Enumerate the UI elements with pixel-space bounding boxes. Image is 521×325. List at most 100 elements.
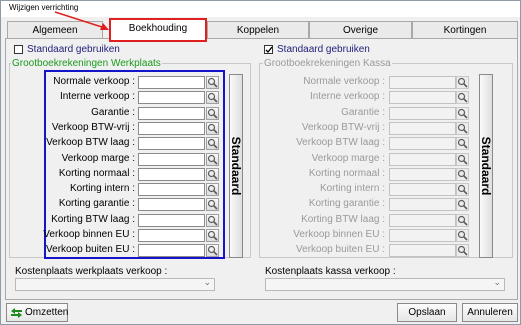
magnifier-icon[interactable] [456,198,469,212]
magnifier-icon[interactable] [456,106,469,120]
left-standaard-button[interactable]: Standaard [229,74,243,258]
dropdown-arrow-icon: ⌄ [203,277,211,287]
field-label: Korting normaal : [308,167,385,179]
magnifier-icon[interactable] [206,229,219,242]
field-label: Korting garantie : [308,198,385,210]
account-input[interactable] [389,183,456,197]
field-label: Verkoop marge : [311,152,385,164]
account-input[interactable] [389,244,456,258]
right-checkbox-label: Standaard gebruiken [277,44,370,55]
account-input[interactable] [138,152,205,166]
left-standaard-label: Standaard [229,136,243,196]
magnifier-icon[interactable] [456,213,469,227]
left-standaard-checkbox[interactable] [14,45,23,54]
magnifier-icon[interactable] [456,244,469,258]
magnifier-icon [457,139,468,149]
account-input[interactable] [389,229,456,242]
magnifier-icon[interactable] [456,121,469,135]
account-input[interactable] [138,183,205,197]
account-input[interactable] [389,198,456,212]
magnifier-icon [457,230,468,241]
magnifier-icon[interactable] [456,229,469,242]
magnifier-icon [207,215,218,226]
account-input[interactable] [138,137,205,151]
opslaan-button[interactable]: Opslaan [397,303,457,322]
magnifier-icon [207,200,218,210]
account-input[interactable] [138,213,205,227]
field-label: Normale verkoop : [303,76,385,87]
magnifier-icon[interactable] [206,183,219,197]
right-standaard-label: Standaard [479,136,493,196]
field-label: Verkoop binnen EU : [43,229,135,240]
account-input[interactable] [138,76,205,89]
omzetten-button[interactable]: Omzetten [6,303,68,322]
annotation-arrow [54,11,109,30]
field-label: Verkoop buiten EU : [296,244,385,256]
magnifier-icon[interactable] [206,121,219,135]
right-standaard-button[interactable]: Standaard [479,74,493,258]
magnifier-icon[interactable] [206,167,219,181]
field-label: Korting BTW laag : [51,213,135,225]
magnifier-icon[interactable] [206,198,219,212]
annuleren-button[interactable]: Annuleren [462,303,518,322]
checkmark-icon [265,46,273,54]
field-label: Verkoop BTW-vrij : [301,121,385,133]
magnifier-icon[interactable] [456,152,469,166]
magnifier-icon [457,108,468,119]
account-input[interactable] [389,121,456,135]
magnifier-icon [207,246,218,256]
magnifier-icon[interactable] [206,91,219,105]
magnifier-icon[interactable] [206,213,219,227]
omzetten-label: Omzetten [25,307,69,318]
magnifier-icon [207,123,218,134]
account-input[interactable] [138,244,205,258]
magnifier-icon[interactable] [456,167,469,181]
dialog-window: Wijzigen verrichting Algemeen Boekhoudin… [0,0,521,325]
magnifier-icon [457,215,468,226]
magnifier-icon [207,154,218,165]
field-label: Verkoop buiten EU : [46,244,135,256]
right-group-label: Grootboekrekeningen Kassa [263,58,392,69]
account-input[interactable] [389,213,456,227]
magnifier-icon[interactable] [206,137,219,151]
field-label: Korting normaal : [58,167,135,179]
account-input[interactable] [138,198,205,212]
account-input[interactable] [138,229,205,242]
left-checkbox-label: Standaard gebruiken [27,44,120,55]
magnifier-icon[interactable] [206,106,219,120]
account-input[interactable] [389,106,456,120]
magnifier-icon [457,123,468,134]
magnifier-icon [207,139,218,149]
left-kostenplaats-combo[interactable]: ⌄ [15,277,215,291]
account-input[interactable] [138,121,205,135]
right-standaard-checkbox[interactable] [264,45,273,54]
field-label: Verkoop BTW-vrij : [51,121,135,133]
right-kostenplaats-label: Kostenplaats kassa verkoop : [265,266,396,277]
magnifier-icon [457,154,468,165]
magnifier-icon [207,230,218,241]
account-input[interactable] [138,106,205,120]
account-input[interactable] [389,91,456,105]
magnifier-icon[interactable] [206,244,219,258]
field-label: Garantie : [91,106,135,118]
left-group-label: Grootboekrekeningen Werkplaats [11,58,162,69]
field-label: Interne verkoop : [59,91,135,103]
right-kostenplaats-combo[interactable]: ⌄ [265,277,505,291]
magnifier-icon[interactable] [206,152,219,166]
magnifier-icon[interactable] [456,76,469,89]
magnifier-icon[interactable] [456,183,469,197]
magnifier-icon[interactable] [456,137,469,151]
field-label: Verkoop BTW laag : [296,137,385,149]
magnifier-icon[interactable] [456,91,469,105]
magnifier-icon [457,77,468,88]
account-input[interactable] [389,152,456,166]
account-input[interactable] [389,76,456,89]
magnifier-icon [457,200,468,210]
account-input[interactable] [138,91,205,105]
field-label: Korting garantie : [58,198,135,210]
account-input[interactable] [389,167,456,181]
account-input[interactable] [138,167,205,181]
account-input[interactable] [389,137,456,151]
magnifier-icon[interactable] [206,76,219,89]
field-label: Korting BTW laag : [301,213,385,225]
